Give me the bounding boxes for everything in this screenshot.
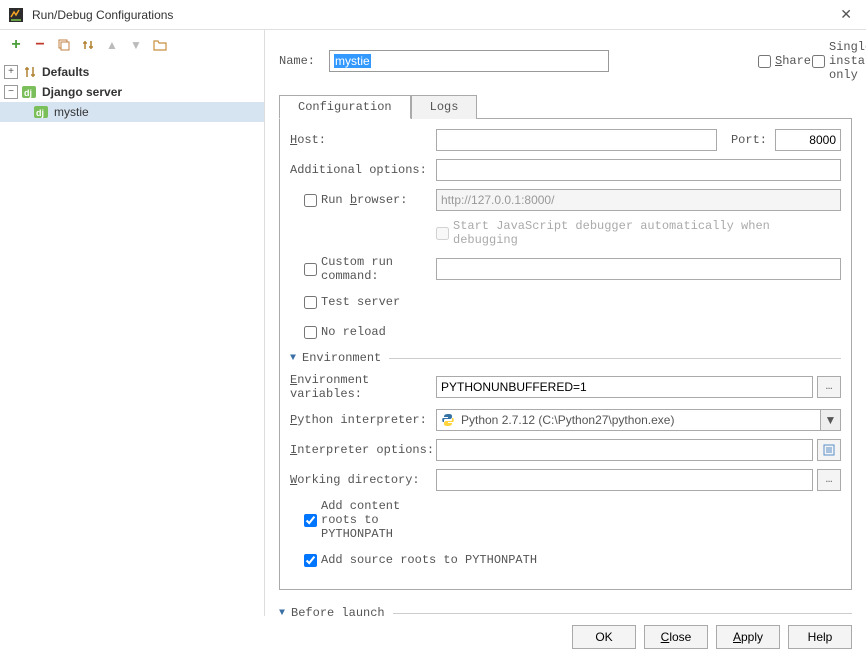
tree-label: Django server	[42, 85, 122, 99]
svg-text:dj: dj	[24, 88, 32, 98]
tree-defaults[interactable]: + Defaults	[0, 62, 264, 82]
workdir-label: Working directory:	[290, 473, 436, 487]
svg-text:dj: dj	[36, 108, 44, 118]
collapse-triangle-icon: ▼	[290, 353, 296, 364]
django-icon: dj	[22, 84, 38, 100]
test-server-check[interactable]: Test server	[290, 295, 436, 309]
titlebar: Run/Debug Configurations ✕	[0, 0, 866, 30]
single-instance-checkbox[interactable]: Single instance only	[812, 40, 852, 82]
port-label: Port:	[731, 133, 767, 147]
custom-cmd-input[interactable]	[436, 258, 841, 280]
tree-mystie[interactable]: dj mystie	[0, 102, 264, 122]
tree-django-server[interactable]: − dj Django server	[0, 82, 264, 102]
settings-config-button[interactable]	[78, 35, 98, 55]
chevron-down-icon: ▼	[820, 410, 840, 430]
remove-config-button[interactable]: −	[30, 35, 50, 55]
add-config-button[interactable]: +	[6, 35, 26, 55]
interpreter-label: Python interpreter:	[290, 413, 436, 427]
left-panel: + − ▲ ▼ + Defaults −	[0, 30, 265, 616]
share-checkbox[interactable]: Share	[758, 54, 798, 68]
config-tree: + Defaults − dj Django server dj mystie	[0, 60, 264, 616]
env-vars-browse-button[interactable]: …	[817, 376, 841, 398]
env-vars-input[interactable]	[436, 376, 813, 398]
custom-cmd-check[interactable]: Custom run command:	[290, 255, 436, 283]
run-browser-input	[436, 189, 841, 211]
left-toolbar: + − ▲ ▼	[0, 30, 264, 60]
tree-label: Defaults	[42, 65, 89, 79]
python-icon	[441, 413, 455, 427]
interp-opts-expand-button[interactable]	[817, 439, 841, 461]
app-logo-icon	[8, 7, 24, 23]
start-js-checkbox: Start JavaScript debugger automatically …	[436, 219, 841, 247]
host-label: Host:	[290, 133, 436, 147]
ok-button[interactable]: OK	[572, 625, 636, 649]
port-input[interactable]	[775, 129, 841, 151]
tabs: Configuration Logs	[279, 94, 852, 119]
collapse-icon[interactable]: −	[4, 85, 18, 99]
run-browser-check[interactable]: Run browser:	[290, 193, 436, 207]
tab-logs[interactable]: Logs	[411, 95, 478, 119]
window-title: Run/Debug Configurations	[32, 8, 834, 22]
folder-button[interactable]	[150, 35, 170, 55]
interp-opts-input[interactable]	[436, 439, 813, 461]
add-source-check[interactable]: Add source roots to PYTHONPATH	[290, 553, 537, 567]
interp-opts-label: Interpreter options:	[290, 443, 436, 457]
tree-label: mystie	[54, 105, 89, 119]
config-body: Host: Port: Additional options: Run brow…	[279, 119, 852, 590]
collapse-triangle-icon: ▼	[279, 608, 285, 617]
host-input[interactable]	[436, 129, 717, 151]
before-launch-header[interactable]: ▼ Before launch	[279, 606, 852, 616]
copy-config-button[interactable]	[54, 35, 74, 55]
add-content-check[interactable]: Add content roots to PYTHONPATH	[290, 499, 436, 541]
expand-icon[interactable]: +	[4, 65, 18, 79]
settings-icon	[22, 64, 38, 80]
dialog-footer: OK Close Apply Help	[0, 616, 866, 658]
additional-input[interactable]	[436, 159, 841, 181]
apply-button[interactable]: Apply	[716, 625, 780, 649]
workdir-input[interactable]	[436, 469, 813, 491]
tab-configuration[interactable]: Configuration	[279, 95, 411, 119]
env-section-header[interactable]: ▼ Environment	[290, 351, 841, 365]
env-vars-label: Environment variables:	[290, 373, 436, 401]
move-down-button[interactable]: ▼	[126, 35, 146, 55]
window-close-button[interactable]: ✕	[834, 6, 858, 23]
django-icon: dj	[34, 104, 50, 120]
no-reload-check[interactable]: No reload	[290, 325, 436, 339]
name-label: Name:	[279, 54, 319, 68]
name-input[interactable]: mystie	[329, 50, 609, 72]
workdir-browse-button[interactable]: …	[817, 469, 841, 491]
interpreter-select[interactable]: Python 2.7.12 (C:\Python27\python.exe) ▼	[436, 409, 841, 431]
close-button[interactable]: Close	[644, 625, 708, 649]
additional-label: Additional options:	[290, 163, 436, 177]
help-button[interactable]: Help	[788, 625, 852, 649]
right-panel: Name: mystie Share Single instance only …	[265, 30, 866, 616]
move-up-button[interactable]: ▲	[102, 35, 122, 55]
